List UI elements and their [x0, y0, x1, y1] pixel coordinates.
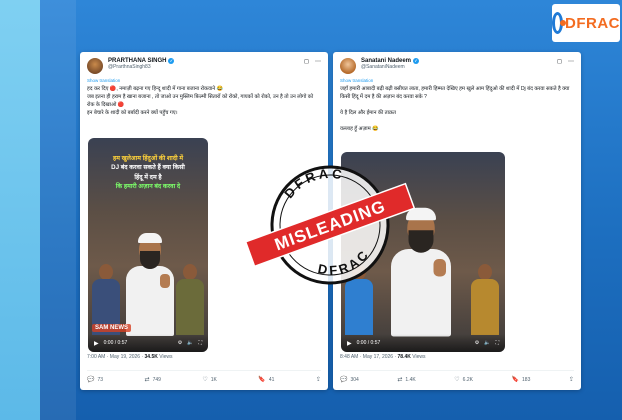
like-button[interactable]: ♡ 1K	[202, 376, 217, 384]
show-translation-link[interactable]: Show translation	[87, 78, 321, 83]
bookmark-button[interactable]: 🔖 183	[511, 376, 531, 384]
tweet-header: Sanatani Nadeem ✓ @SanataniNadeem ◻ ⋯	[333, 52, 581, 76]
volume-icon[interactable]: 🔈	[484, 340, 490, 346]
show-translation-link[interactable]: Show translation	[340, 78, 574, 83]
tweet-actions: 💬 304 ⇄ 1.4K ♡ 6.2K 🔖 183 ⇪	[340, 370, 574, 384]
dfrac-logo-text: DFRAC	[565, 14, 620, 32]
grok-icon[interactable]: ◻	[304, 58, 309, 65]
fullscreen-icon[interactable]: ⛶	[495, 340, 499, 346]
settings-icon[interactable]: ⚙	[178, 340, 182, 346]
reply-button[interactable]: 💬 304	[340, 376, 359, 384]
tweet-text: जहाँ हमारी आबादी बढ़ी बढ़ी बसीयत लाता, ह…	[340, 86, 570, 133]
bookmark-icon: 🔖	[258, 377, 266, 383]
video-time: 0:00 / 0:57	[103, 340, 128, 346]
dfrac-logo-icon	[552, 12, 566, 34]
tweet-video[interactable]: हम खुलेआम हिंदुओं की शादी में DJ बंद करव…	[88, 138, 208, 352]
bookmark-button[interactable]: 🔖 41	[258, 376, 274, 384]
repost-icon: ⇄	[144, 377, 150, 383]
more-options-icon[interactable]: ⋯	[315, 58, 321, 65]
video-caption-line: हम खुलेआम हिंदुओं की शादी में	[112, 155, 184, 162]
video-speaker	[124, 233, 176, 336]
user-handle[interactable]: @SanataniNadeem	[361, 64, 557, 71]
user-handle[interactable]: @PrarthnaSingh83	[108, 64, 304, 71]
reply-icon: 💬	[340, 377, 348, 383]
video-caption-line: कि हमारी अज़ान बंद करवा दे	[115, 182, 181, 190]
repost-button[interactable]: ⇄ 1.4K	[397, 376, 415, 384]
video-caption-line: हिंदू में दम है	[134, 173, 162, 181]
video-bystander	[471, 264, 499, 335]
video-controls: ▶ 0:00 / 0:57 ⚙ 🔈 ⛶	[341, 334, 505, 352]
video-bystander	[345, 264, 373, 335]
avatar[interactable]	[340, 58, 356, 74]
bookmark-icon: 🔖	[511, 377, 520, 383]
fullscreen-icon[interactable]: ⛶	[198, 340, 202, 346]
more-options-icon[interactable]: ⋯	[568, 58, 574, 65]
reply-icon: 💬	[87, 377, 95, 383]
grok-icon[interactable]: ◻	[557, 58, 562, 65]
tweet-meta: 8:48 AM · May 17, 2026 · 78.4K Views	[340, 354, 426, 360]
video-time: 0:00 / 0:57	[356, 340, 381, 346]
verified-badge-icon: ✓	[413, 58, 420, 65]
share-button[interactable]: ⇪	[316, 376, 321, 383]
video-watermark: SAM NEWS	[92, 324, 131, 332]
tweet-card-left: PRARTHANA SINGH ✓ @PrarthnaSingh83 ◻ ⋯ S…	[80, 52, 328, 390]
dfrac-logo: DFRAC	[552, 4, 620, 42]
video-caption-line: DJ बंद करवा सकते हैं क्या किसी	[111, 164, 185, 172]
view-count: 34.5K	[144, 354, 158, 360]
tweet-actions: 💬 73 ⇄ 749 ♡ 1K 🔖 41 ⇪	[87, 370, 321, 384]
play-icon[interactable]: ▶	[347, 340, 352, 347]
video-caption-overlay: हम खुलेआम हिंदुओं की शादी में DJ बंद करव…	[94, 154, 202, 191]
video-bystander	[176, 264, 204, 335]
tweet-text: हद कर दिए 🔴, नमाज़ी बढ़ना गए हिन्दू शादी…	[87, 86, 314, 117]
like-button[interactable]: ♡ 6.2K	[454, 376, 473, 384]
repost-button[interactable]: ⇄ 749	[144, 376, 161, 384]
video-speaker	[389, 207, 454, 337]
volume-icon[interactable]: 🔈	[187, 340, 193, 346]
tweet-card-right: Sanatani Nadeem ✓ @SanataniNadeem ◻ ⋯ Sh…	[333, 52, 581, 390]
verified-badge-icon: ✓	[168, 58, 175, 65]
tweet-meta: 7:00 AM · May 19, 2026 · 34.5K Views	[87, 354, 173, 360]
view-count: 78.4K	[397, 354, 411, 360]
tweet-video[interactable]: ▶ 0:00 / 0:57 ⚙ 🔈 ⛶	[341, 152, 505, 352]
like-icon: ♡	[202, 377, 208, 383]
share-icon: ⇪	[315, 377, 321, 383]
share-button[interactable]: ⇪	[569, 376, 574, 383]
settings-icon[interactable]: ⚙	[475, 340, 479, 346]
background-accent-strip-inner	[40, 0, 76, 420]
tweet-header: PRARTHANA SINGH ✓ @PrarthnaSingh83 ◻ ⋯	[80, 52, 328, 76]
share-icon: ⇪	[568, 377, 574, 383]
avatar[interactable]	[87, 58, 103, 74]
background-accent-strip	[0, 0, 40, 420]
play-icon[interactable]: ▶	[94, 340, 99, 347]
repost-icon: ⇄	[397, 377, 403, 383]
reply-button[interactable]: 💬 73	[87, 376, 103, 384]
video-controls: ▶ 0:00 / 0:57 ⚙ 🔈 ⛶	[88, 334, 208, 352]
like-icon: ♡	[454, 377, 460, 383]
